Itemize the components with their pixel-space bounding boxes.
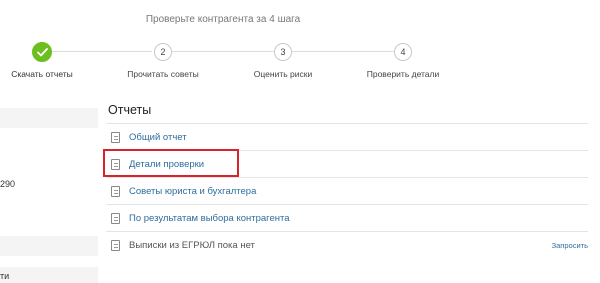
- step-1-label[interactable]: Скачать отчеты: [0, 69, 97, 79]
- report-row-egrul: Выписки из ЕГРЮЛ пока нет Запросить: [106, 231, 588, 259]
- step-3-label[interactable]: Оценить риски: [228, 69, 338, 79]
- report-row-selection[interactable]: По результатам выбора контрагента: [106, 204, 588, 231]
- left-panel-block: [0, 236, 98, 256]
- request-link[interactable]: Запросить: [552, 241, 588, 250]
- step-connector: [172, 51, 274, 52]
- step-3-circle[interactable]: 3: [274, 43, 292, 61]
- document-icon: [111, 240, 120, 251]
- highlight-box: [103, 149, 239, 177]
- checkmark-icon: [36, 47, 48, 56]
- step-4-circle[interactable]: 4: [394, 43, 412, 61]
- document-icon: [111, 212, 120, 224]
- report-link-selection[interactable]: По результатам выбора контрагента: [129, 213, 290, 224]
- document-icon: [111, 131, 120, 143]
- step-4-label[interactable]: Проверить детали: [348, 69, 458, 79]
- steps-headline: Проверьте контрагента за 4 шага: [145, 14, 301, 25]
- document-icon: [111, 185, 120, 197]
- left-panel-value: 290: [0, 179, 16, 189]
- report-row-general[interactable]: Общий отчет: [106, 123, 588, 150]
- report-link-advice[interactable]: Советы юриста и бухгалтера: [129, 186, 256, 197]
- step-2-circle[interactable]: 2: [154, 43, 172, 61]
- report-row-advice[interactable]: Советы юриста и бухгалтера: [106, 177, 588, 204]
- left-panel-block: [0, 108, 98, 128]
- report-link-general[interactable]: Общий отчет: [129, 132, 187, 143]
- step-2-label[interactable]: Прочитать советы: [108, 69, 218, 79]
- step-1-done-circle[interactable]: [32, 42, 52, 62]
- step-connector: [52, 51, 152, 52]
- left-panel-block: ти: [0, 267, 98, 283]
- reports-title: Отчеты: [108, 103, 152, 117]
- step-connector: [292, 51, 394, 52]
- report-egrul-text: Выписки из ЕГРЮЛ пока нет: [129, 240, 255, 251]
- left-panel-text: ти: [0, 271, 10, 281]
